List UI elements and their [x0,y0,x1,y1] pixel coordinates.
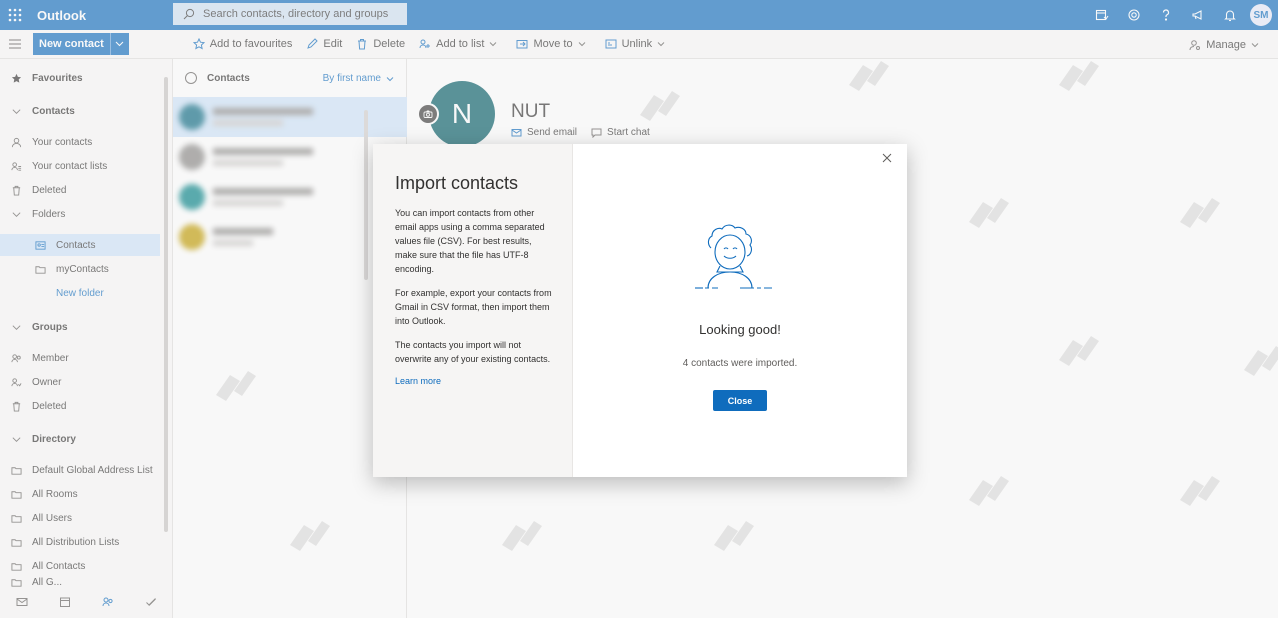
watermark-logo-icon [290,521,330,551]
happy-person-illustration-icon [695,224,772,289]
watermark-logo-icon [1059,61,1099,91]
close-button[interactable]: Close [713,390,767,411]
dialog-paragraph: You can import contacts from other email… [395,208,545,274]
watermark-logo-icon [640,91,680,121]
import-contacts-dialog: Import contacts You can import contacts … [373,144,907,477]
watermark-logo-icon [969,476,1009,506]
status-title: Looking good! [699,322,781,337]
dialog-result-panel: Looking good! 4 contacts were imported. … [573,144,907,477]
watermark-logo-icon [502,521,542,551]
learn-more-link[interactable]: Learn more [395,376,572,386]
watermark-logo-icon [969,198,1009,228]
watermark-logo-icon [1244,346,1278,376]
status-text: 4 contacts were imported. [682,358,798,369]
watermark-logo-icon [1180,476,1220,506]
watermark-logo-icon [216,371,256,401]
watermark-logo-icon [714,521,754,551]
watermark-logo-icon [849,61,889,91]
watermark-logo-icon [1180,198,1220,228]
dialog-info-panel: Import contacts You can import contacts … [373,144,573,477]
watermark-logo-icon [1059,336,1099,366]
dialog-title: Import contacts [395,173,519,193]
close-icon[interactable] [881,152,893,164]
dialog-paragraph: The contacts you import will not overwri… [395,340,551,364]
dialog-paragraph: For example, export your contacts from G… [395,288,552,326]
